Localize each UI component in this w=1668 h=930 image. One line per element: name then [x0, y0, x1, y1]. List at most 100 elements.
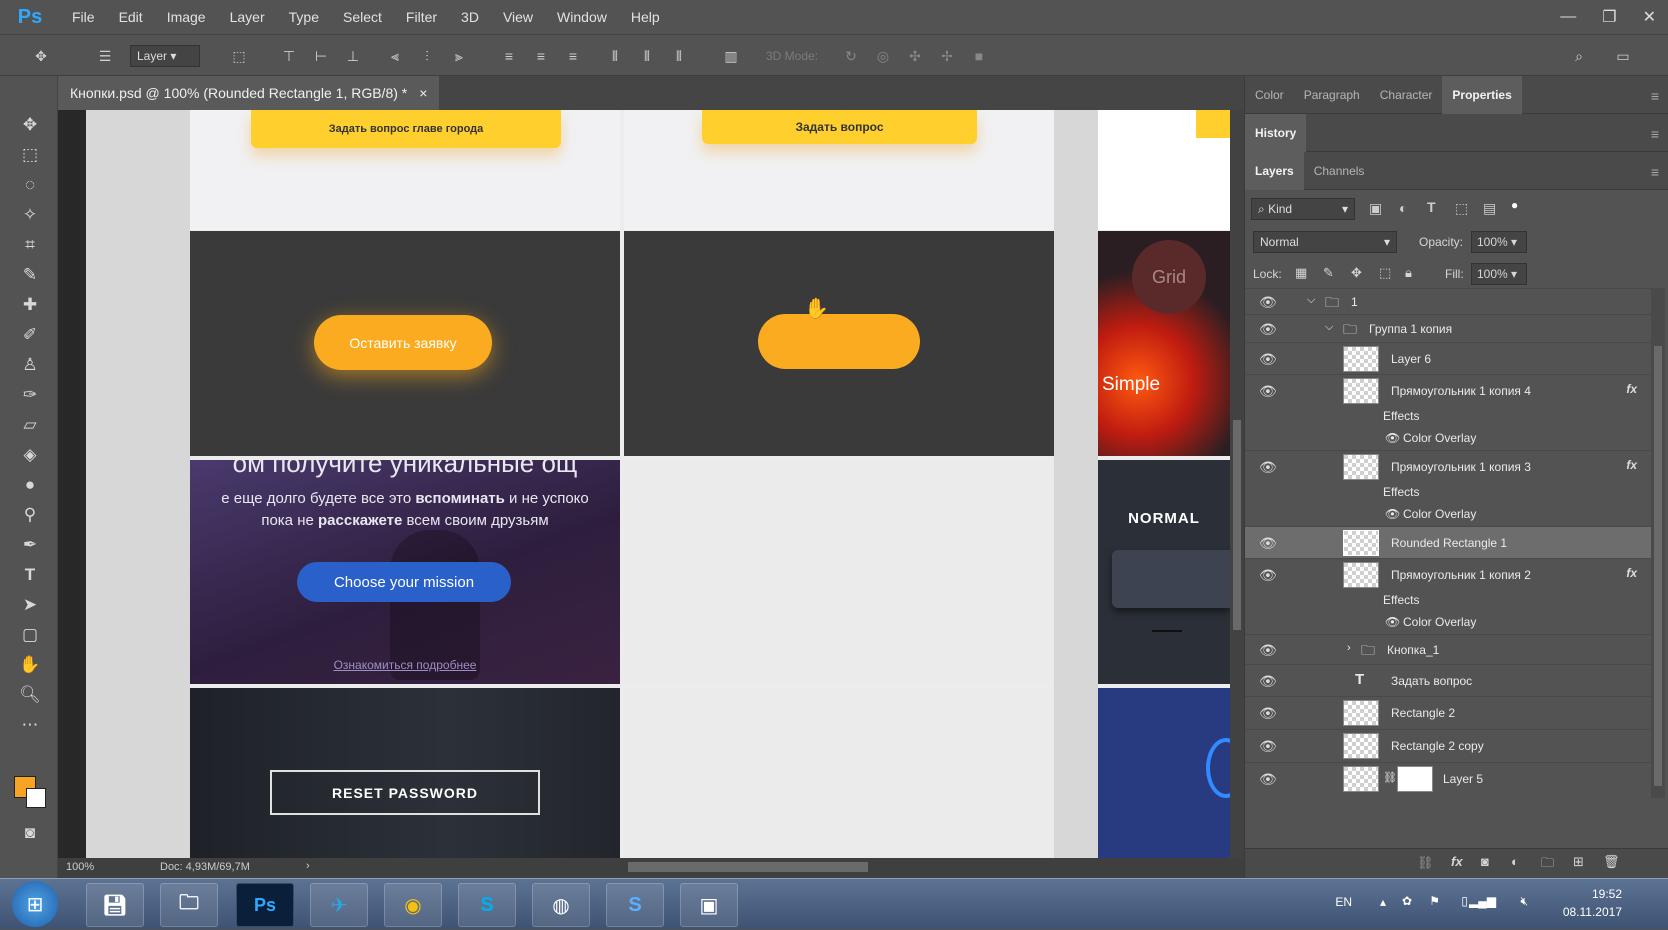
lock-transparent-icon[interactable]: ▦: [1295, 265, 1307, 281]
layer-row[interactable]: 👁︎ Layer 6: [1245, 342, 1651, 374]
filter-shape-icon[interactable]: ⬚: [1455, 200, 1468, 217]
menu-filter[interactable]: Filter: [394, 0, 449, 34]
hand-tool-icon[interactable]: ✋: [17, 652, 43, 678]
align-bottom-icon[interactable]: ⊥: [342, 45, 364, 67]
menu-select[interactable]: Select: [331, 0, 394, 34]
menu-layer[interactable]: Layer: [218, 0, 277, 34]
3d-pan-icon[interactable]: ✣: [904, 45, 926, 67]
link-layers-icon[interactable]: ⛓: [1417, 855, 1434, 871]
taskbar-photos[interactable]: ▣: [680, 883, 738, 927]
new-layer-icon[interactable]: ⊞: [1573, 854, 1584, 870]
distribute-left-icon[interactable]: ⦀: [604, 45, 626, 67]
visibility-eye-icon[interactable]: 👁︎: [1259, 738, 1277, 755]
layer-row[interactable]: 👁︎ ⌵ 🗀 1: [1245, 288, 1651, 314]
layer-row[interactable]: 👁︎ Прямоугольник 1 копия 4 fx Effects 👁︎…: [1245, 374, 1651, 450]
status-arrow-icon[interactable]: ›: [306, 860, 310, 872]
fx-icon[interactable]: fx: [1626, 458, 1637, 472]
move-tool-icon[interactable]: ✥: [30, 45, 52, 67]
tab-channels[interactable]: Channels: [1304, 152, 1375, 190]
document-canvas[interactable]: Задать вопрос главе города Задать вопрос…: [86, 110, 1230, 858]
delete-layer-icon[interactable]: 🗑︎: [1603, 854, 1620, 870]
pen-tool-icon[interactable]: ✒: [17, 532, 43, 558]
network-icon[interactable]: ▂▄▆: [1469, 894, 1496, 908]
fill-field[interactable]: 100% ▾: [1471, 263, 1527, 285]
close-window-button[interactable]: ✕: [1643, 7, 1656, 27]
tab-layers[interactable]: Layers: [1245, 151, 1304, 190]
visibility-eye-icon[interactable]: 👁︎: [1259, 673, 1277, 690]
tab-paragraph[interactable]: Paragraph: [1294, 76, 1370, 114]
opacity-field[interactable]: 100% ▾: [1471, 231, 1527, 253]
fx-icon[interactable]: fx: [1626, 382, 1637, 396]
tab-properties[interactable]: Properties: [1442, 75, 1522, 114]
3d-roll-icon[interactable]: ◎: [872, 45, 894, 67]
visibility-eye-icon[interactable]: 👁︎: [1259, 459, 1277, 476]
distribute-hcenter-icon[interactable]: ⦀: [636, 45, 658, 67]
background-color-swatch[interactable]: [26, 788, 46, 808]
path-selection-tool-icon[interactable]: ➤: [17, 592, 43, 618]
layers-menu-icon[interactable]: ≡: [1651, 164, 1659, 180]
add-mask-icon[interactable]: ◙: [1481, 854, 1489, 869]
layer-row[interactable]: 👁︎ Прямоугольник 1 копия 3 fx Effects 👁︎…: [1245, 450, 1651, 526]
zoom-level[interactable]: 100%: [66, 861, 94, 873]
effect-eye-icon[interactable]: 👁︎: [1385, 615, 1400, 629]
layer-row[interactable]: 👁︎ › 🗀 Кнопка_1: [1245, 634, 1651, 664]
history-brush-tool-icon[interactable]: ✑: [17, 382, 43, 408]
taskbar-telegram[interactable]: ✈: [310, 883, 368, 927]
restore-button[interactable]: ❐: [1602, 7, 1616, 27]
workspace-icon[interactable]: ▭: [1612, 45, 1634, 67]
healing-brush-tool-icon[interactable]: ✚: [17, 292, 43, 318]
chevron-down-icon[interactable]: ⌵: [1307, 294, 1315, 307]
crop-tool-icon[interactable]: ⌗: [17, 232, 43, 258]
tab-history[interactable]: History: [1245, 113, 1307, 152]
taskbar-skype[interactable]: S: [458, 883, 516, 927]
minimize-button[interactable]: —: [1560, 8, 1576, 26]
menu-view[interactable]: View: [491, 0, 545, 34]
distribute-top-icon[interactable]: ≡: [498, 45, 520, 67]
layer-row[interactable]: 👁︎ Rectangle 2 copy: [1245, 729, 1651, 762]
layer-row[interactable]: 👁︎ T Задать вопрос: [1245, 664, 1651, 696]
taskbar-s-app[interactable]: S: [606, 883, 664, 927]
lock-all-icon[interactable]: 🔒︎: [1405, 265, 1412, 281]
effect-eye-icon[interactable]: 👁︎: [1385, 507, 1400, 521]
chevron-down-icon[interactable]: ⌵: [1325, 321, 1333, 334]
distribute-bottom-icon[interactable]: ≡: [562, 45, 584, 67]
filter-pixel-icon[interactable]: ▣: [1369, 200, 1382, 217]
menu-file[interactable]: File: [60, 0, 107, 34]
taskbar-photoshop[interactable]: Ps: [236, 883, 294, 927]
clock-date[interactable]: 08.11.2017: [1542, 905, 1622, 919]
distribute-vcenter-icon[interactable]: ≡: [530, 45, 552, 67]
more-tools-icon[interactable]: ⋯: [17, 712, 43, 738]
auto-select-icon[interactable]: ☰: [94, 45, 116, 67]
auto-align-icon[interactable]: ▥: [720, 45, 742, 67]
align-vcenter-icon[interactable]: ⊢: [310, 45, 332, 67]
move-tool-icon[interactable]: ✥: [17, 112, 43, 138]
visibility-eye-icon[interactable]: 👁︎: [1259, 294, 1277, 311]
panel-menu-icon[interactable]: ≡: [1651, 88, 1659, 104]
clone-stamp-tool-icon[interactable]: ♙: [17, 352, 43, 378]
layers-scroll-thumb[interactable]: [1654, 346, 1662, 786]
distribute-right-icon[interactable]: ⦀: [668, 45, 690, 67]
tray-flag-icon[interactable]: ⚑: [1429, 894, 1440, 908]
layer-row[interactable]: 👁︎ Прямоугольник 1 копия 2 fx Effects 👁︎…: [1245, 558, 1651, 634]
add-style-icon[interactable]: fx: [1451, 854, 1463, 869]
rounded-rectangle-tool-icon[interactable]: ▢: [17, 622, 43, 648]
effect-eye-icon[interactable]: 👁︎: [1385, 431, 1400, 445]
menu-type[interactable]: Type: [277, 0, 331, 34]
language-indicator[interactable]: EN: [1335, 895, 1352, 909]
taskbar-obs[interactable]: ◍: [532, 883, 590, 927]
transform-controls-icon[interactable]: ⬚: [228, 45, 250, 67]
layer-row[interactable]: 👁︎ ⛓ Layer 5: [1245, 762, 1651, 795]
tab-color[interactable]: Color: [1245, 76, 1294, 114]
search-icon[interactable]: ⌕: [1568, 45, 1590, 67]
taskbar-explorer[interactable]: 🗀: [160, 883, 218, 927]
tray-device-icon[interactable]: ▯: [1461, 894, 1468, 908]
auto-select-dropdown[interactable]: Layer ▾: [130, 45, 200, 67]
volume-icon[interactable]: 🔇︎: [1520, 894, 1528, 909]
horizontal-scroll-thumb[interactable]: [628, 862, 868, 872]
align-top-icon[interactable]: ⊤: [278, 45, 300, 67]
filter-adjustment-icon[interactable]: ◐: [1399, 200, 1407, 216]
vertical-scroll-thumb[interactable]: [1233, 420, 1241, 630]
document-tab[interactable]: Кнопки.psd @ 100% (Rounded Rectangle 1, …: [58, 76, 440, 110]
3d-orbit-icon[interactable]: ↻: [840, 45, 862, 67]
eyedropper-tool-icon[interactable]: ✎: [17, 262, 43, 288]
